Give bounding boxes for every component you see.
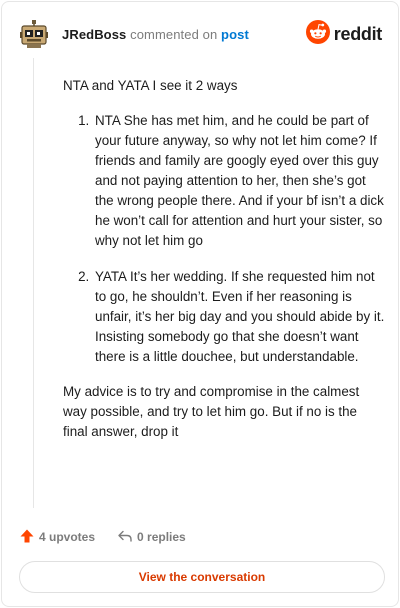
list-item: YATA It’s her wedding. If she requested …	[93, 267, 385, 367]
view-conversation-button[interactable]: View the conversation	[19, 561, 385, 593]
username-link[interactable]: JRedBoss	[62, 27, 126, 42]
comment-meta: JRedBoss commented on post	[62, 27, 249, 42]
comment-advice: My advice is to try and compromise in th…	[63, 384, 360, 439]
replies-stat[interactable]: 0 replies	[117, 528, 186, 547]
thread-line	[33, 58, 34, 508]
comment-footer: 4 upvotes 0 replies	[19, 528, 186, 546]
post-link[interactable]: post	[221, 27, 249, 42]
reddit-snoo-icon	[305, 19, 330, 49]
comment-body: NTA and YATA I see it 2 ways NTA She has…	[63, 76, 385, 442]
comment-embed-card: JRedBoss commented on post reddit NTA an…	[1, 1, 399, 607]
list-item-text: YATA It’s her wedding. If she requested …	[95, 269, 385, 364]
upvotes-stat[interactable]: 4 upvotes	[19, 528, 95, 547]
robot-avatar-icon[interactable]	[19, 19, 49, 49]
upvotes-count: 4 upvotes	[39, 530, 96, 544]
reddit-wordmark: reddit	[333, 23, 383, 44]
comment-list: NTA She has met him, and he could be par…	[63, 111, 385, 367]
reddit-logo[interactable]: reddit	[305, 19, 383, 49]
action-text: commented on	[130, 26, 218, 42]
comment-header: JRedBoss commented on post reddit	[19, 17, 382, 51]
comment-intro: NTA and YATA I see it 2 ways	[63, 78, 238, 93]
upvote-arrow-icon	[19, 528, 35, 547]
list-item: NTA She has met him, and he could be par…	[93, 111, 385, 251]
list-item-text: NTA She has met him, and he could be par…	[95, 113, 384, 248]
replies-count: 0 replies	[137, 530, 186, 544]
reply-arrow-icon	[117, 528, 133, 547]
